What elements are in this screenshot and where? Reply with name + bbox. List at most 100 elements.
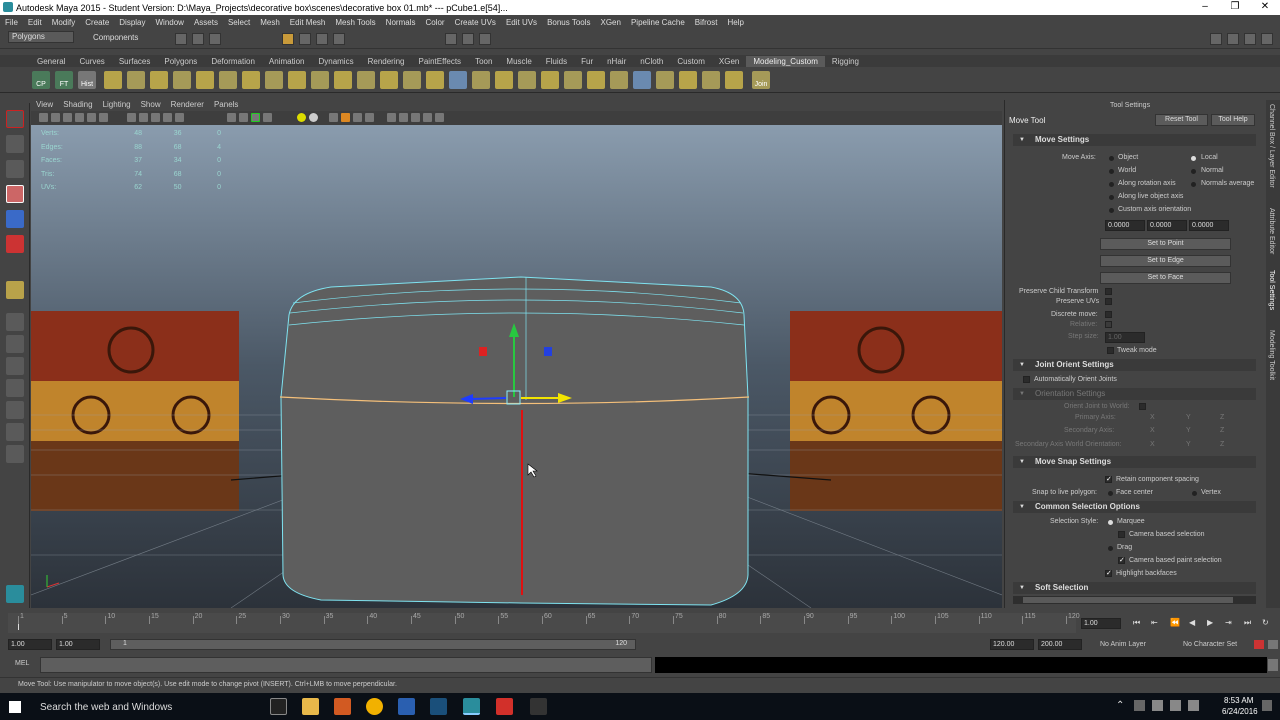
poly-tool-icon[interactable] [541, 71, 559, 89]
grid-icon[interactable] [127, 113, 136, 122]
layout-single-icon[interactable] [6, 313, 24, 331]
last-tool-icon[interactable] [6, 281, 24, 299]
step-back-key-icon[interactable]: ⇤ [1151, 618, 1158, 627]
step-back-icon[interactable]: ⏪ [1170, 618, 1180, 627]
radio-rotation-axis[interactable] [1109, 182, 1114, 187]
tab-attribute-editor[interactable]: Attribute Editor [1268, 208, 1275, 254]
shelf-tab[interactable]: Dynamics [311, 56, 360, 67]
app-icon[interactable] [430, 698, 447, 715]
viewport-menu-item[interactable]: Shading [58, 100, 97, 110]
file-explorer-icon[interactable] [302, 698, 319, 715]
menu-item[interactable]: Edit [23, 18, 47, 27]
lasso-tool-icon[interactable] [6, 135, 24, 153]
maya-taskbar-icon[interactable] [463, 698, 480, 715]
network-icon[interactable] [1152, 700, 1163, 711]
shelf-tab[interactable]: Toon [468, 56, 499, 67]
menu-item[interactable]: Pipeline Cache [626, 18, 690, 27]
freeze-transform-icon[interactable]: FT [55, 71, 73, 89]
range-bar[interactable]: 1 120 [110, 639, 636, 650]
radio-custom-axis[interactable] [1109, 208, 1114, 213]
poly-tool-icon[interactable] [472, 71, 490, 89]
shelf-tab[interactable]: Rendering [361, 56, 412, 67]
shelf-tab[interactable]: Animation [262, 56, 312, 67]
poly-tool-icon[interactable] [702, 71, 720, 89]
range-end-field[interactable]: 120.00 [990, 639, 1034, 650]
poly-tool-icon[interactable] [380, 71, 398, 89]
maximize-button[interactable]: ❐ [1220, 0, 1250, 15]
menu-item[interactable]: Create [80, 18, 114, 27]
shelf-tab[interactable]: PaintEffects [412, 56, 469, 67]
layout-icon[interactable] [6, 423, 24, 441]
radio-local-selected[interactable] [1191, 156, 1196, 161]
soft-selection-header[interactable]: Soft Selection [1013, 582, 1256, 594]
poly-tool-icon[interactable] [357, 71, 375, 89]
light-icon[interactable] [309, 113, 318, 122]
camera-icon[interactable] [99, 113, 108, 122]
menu-item[interactable]: XGen [596, 18, 626, 27]
face-center-label[interactable]: Face center [1116, 489, 1153, 496]
poly-tool-icon[interactable] [564, 71, 582, 89]
tray-chevron-icon[interactable]: ⌃ [1116, 700, 1124, 711]
axis-z[interactable]: Z [1220, 414, 1224, 421]
preserve-uvs-checkbox[interactable] [1105, 298, 1112, 305]
ipr-icon[interactable] [462, 33, 474, 45]
option-object[interactable]: Object [1118, 154, 1138, 161]
viewport-menu-item[interactable]: Show [136, 100, 166, 110]
option-rotation-axis[interactable]: Along rotation axis [1118, 180, 1176, 187]
shaded-icon[interactable] [239, 113, 248, 122]
menu-item[interactable]: Edit UVs [501, 18, 542, 27]
poly-tool-icon[interactable] [426, 71, 444, 89]
center-pivot-icon[interactable]: CP [32, 71, 50, 89]
shelf-tab[interactable]: Rigging [825, 56, 866, 67]
axis-z[interactable]: Z [1220, 427, 1224, 434]
step-forward-key-icon[interactable]: ⇥ [1225, 618, 1232, 627]
anim-end-field[interactable]: 200.00 [1038, 639, 1082, 650]
menu-item[interactable]: Normals [381, 18, 421, 27]
app-icon[interactable] [398, 698, 415, 715]
shelf-tab[interactable]: nCloth [633, 56, 670, 67]
poly-tool-icon[interactable] [219, 71, 237, 89]
move-snap-header[interactable]: Move Snap Settings [1013, 456, 1256, 468]
axis-x[interactable]: X [1150, 427, 1155, 434]
relative-checkbox[interactable] [1105, 321, 1112, 328]
texture-icon[interactable] [263, 113, 272, 122]
custom-z-field[interactable]: 0.0000 [1189, 220, 1229, 231]
select-hierarchy-icon[interactable] [175, 33, 187, 45]
poly-tool-icon[interactable] [587, 71, 605, 89]
layout-icon[interactable] [6, 379, 24, 397]
menu-item[interactable]: Color [420, 18, 449, 27]
option-normals-average[interactable]: Normals average [1201, 180, 1254, 187]
custom-y-field[interactable]: 0.0000 [1147, 220, 1187, 231]
resolution-icon[interactable] [435, 113, 444, 122]
shelf-tab[interactable]: General [30, 56, 72, 67]
menu-item[interactable]: Mesh Tools [330, 18, 380, 27]
layout-icon-3[interactable] [1244, 33, 1256, 45]
render-icon[interactable] [445, 33, 457, 45]
tab-modeling-toolkit[interactable]: Modeling Toolkit [1268, 330, 1275, 380]
notification-icon[interactable] [1262, 700, 1272, 711]
radio-marquee-selected[interactable] [1108, 520, 1113, 525]
light-icon[interactable] [297, 113, 306, 122]
poly-tool-icon[interactable] [679, 71, 697, 89]
preserve-child-checkbox[interactable] [1105, 288, 1112, 295]
grid-icon[interactable] [151, 113, 160, 122]
camera-paint-checkbox[interactable]: ✓ [1118, 557, 1125, 564]
range-start-field[interactable]: 1.00 [56, 639, 100, 650]
axis-z[interactable]: Z [1220, 441, 1224, 448]
radio-live-object[interactable] [1109, 195, 1114, 200]
option-custom-axis[interactable]: Custom axis orientation [1118, 206, 1191, 213]
layout-four-icon[interactable] [6, 335, 24, 353]
radio-object[interactable] [1109, 156, 1114, 161]
task-view-icon[interactable] [270, 698, 287, 715]
menu-item[interactable]: Modify [47, 18, 81, 27]
camera-icon[interactable] [63, 113, 72, 122]
poly-tool-icon[interactable] [104, 71, 122, 89]
common-selection-header[interactable]: Common Selection Options [1013, 501, 1256, 513]
orientation-settings-header[interactable]: Orientation Settings [1013, 388, 1256, 400]
radio-vertex[interactable] [1192, 491, 1197, 496]
set-to-point-button[interactable]: Set to Point [1100, 238, 1231, 250]
orient-world-checkbox[interactable] [1139, 403, 1146, 410]
camera-icon[interactable] [39, 113, 48, 122]
resolution-icon[interactable] [399, 113, 408, 122]
poly-tool-icon[interactable] [127, 71, 145, 89]
